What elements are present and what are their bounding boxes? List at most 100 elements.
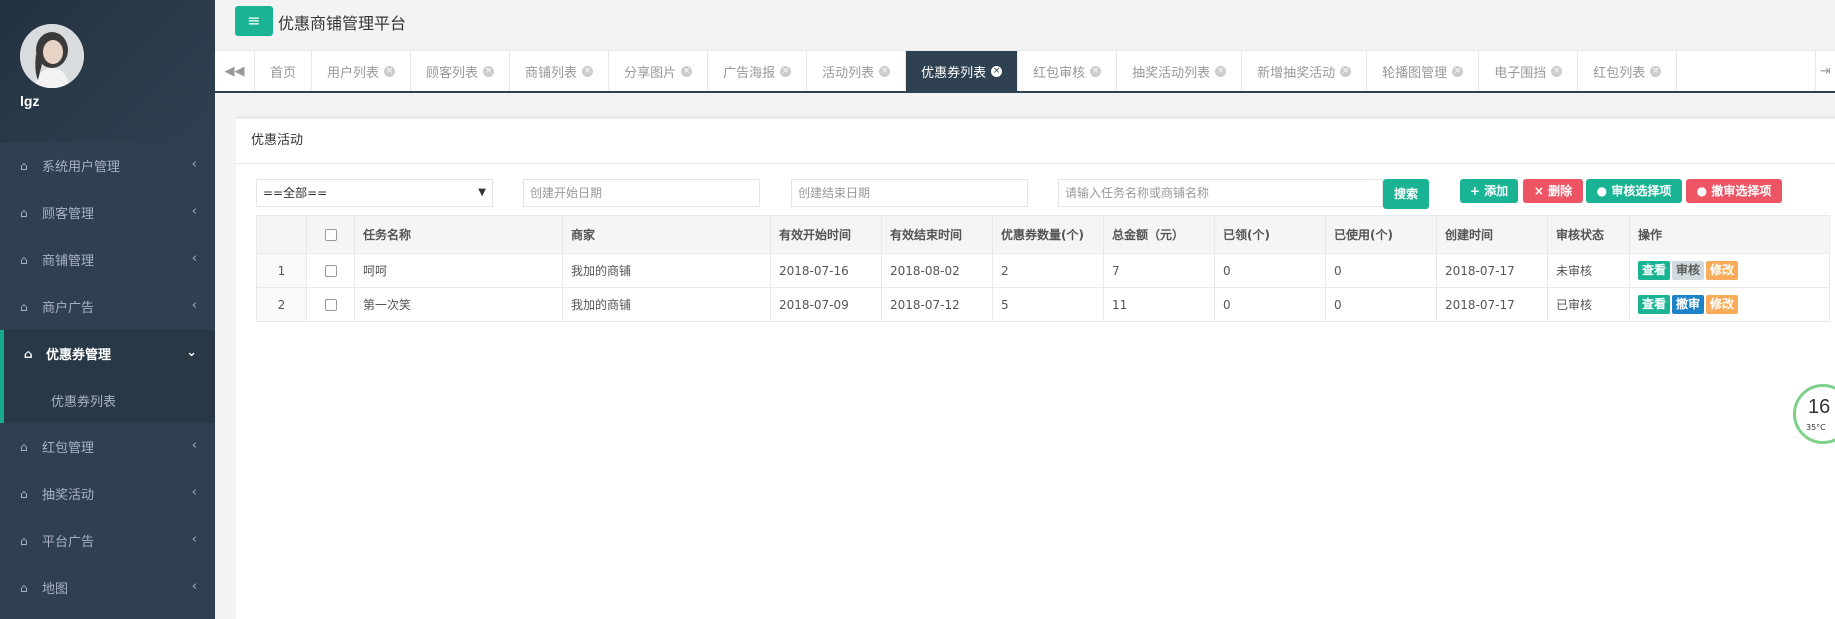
tab-label: 活动列表 — [822, 65, 875, 81]
column-header[interactable]: 总金额（元） — [1103, 215, 1215, 254]
chevron-down-icon: ⌄ — [186, 345, 197, 360]
select-all-checkbox[interactable] — [324, 229, 337, 241]
cell-start: 2018-07-09 — [770, 287, 882, 322]
close-icon[interactable]: × — [384, 65, 396, 77]
tab-activity-list[interactable]: 活动列表 × — [807, 51, 907, 91]
sidebar-item-platform-ads[interactable]: ⌂ 平台广告 ‹ — [0, 517, 215, 564]
sidebar-item-label: 平台广告 — [42, 535, 95, 550]
view-button[interactable]: 查看 — [1638, 295, 1671, 314]
close-icon[interactable]: × — [1340, 65, 1352, 77]
cell-actions: 查看 撤审 修改 — [1629, 287, 1830, 322]
search-input[interactable]: 请输入任务名称或商铺名称 — [1058, 179, 1383, 207]
delete-button[interactable]: × 删除 — [1523, 179, 1583, 203]
sidebar-item-system-users[interactable]: ⌂ 系统用户管理 ‹ — [0, 142, 215, 189]
sidebar-item-label: 抽奖活动 — [42, 488, 95, 503]
revoke-audit-button[interactable]: 撤审 — [1672, 295, 1705, 314]
cell-used: 0 — [1325, 253, 1437, 288]
tab-geofence[interactable]: 电子围挡 × — [1479, 51, 1579, 91]
username[interactable]: lgz — [20, 93, 39, 109]
close-icon[interactable]: × — [1215, 65, 1227, 77]
home-icon: ⌂ — [24, 346, 33, 361]
cell-end: 2018-07-12 — [881, 287, 993, 322]
avatar[interactable] — [20, 24, 84, 88]
end-date-placeholder: 创建结束日期 — [798, 186, 871, 200]
close-icon[interactable]: × — [1452, 65, 1464, 77]
tab-customer-list[interactable]: 顾客列表 × — [411, 51, 511, 91]
search-button[interactable]: 搜索 — [1383, 179, 1429, 209]
tab-new-lottery[interactable]: 新增抽奖活动 × — [1242, 51, 1368, 91]
chevron-left-icon: ‹ — [191, 579, 197, 594]
cell-shop: 我加的商铺 — [562, 287, 771, 322]
tab-shop-list[interactable]: 商铺列表 × — [510, 51, 610, 91]
content-panel: 优惠活动 ==全部== ▼ 创建开始日期 创建结束日期 请输入任务名称或商铺名称… — [236, 116, 1835, 619]
column-header[interactable]: 创建时间 — [1436, 215, 1548, 254]
close-icon[interactable]: × — [879, 65, 891, 77]
table-row[interactable]: 1 呵呵 我加的商铺 2018-07-16 2018-08-02 2 7 0 0… — [256, 253, 1830, 288]
close-icon[interactable]: × — [1650, 65, 1662, 77]
column-header[interactable]: 有效结束时间 — [881, 215, 993, 254]
edit-button[interactable]: 修改 — [1706, 261, 1739, 280]
sidebar-item-label: 顾客管理 — [42, 207, 95, 222]
menu-toggle-button[interactable]: ≡ — [235, 6, 273, 36]
tab-ad-posters[interactable]: 广告海报 × — [708, 51, 808, 91]
row-checkbox[interactable] — [324, 299, 337, 311]
approve-selected-button[interactable]: ● 审核选择项 — [1586, 179, 1682, 203]
tab-red-packet-audit[interactable]: 红包审核 × — [1018, 51, 1118, 91]
tab-exit-button[interactable]: ⇥ — [1815, 51, 1835, 91]
edit-button[interactable]: 修改 — [1706, 295, 1739, 314]
chevron-left-icon: ‹ — [191, 251, 197, 266]
column-header[interactable]: 优惠券数量(个) — [992, 215, 1104, 254]
sidebar-item-merchant-ads[interactable]: ⌂ 商户广告 ‹ — [0, 283, 215, 330]
tab-red-packet-list[interactable]: 红包列表 × — [1578, 51, 1678, 91]
status-select[interactable]: ==全部== ▼ — [256, 179, 493, 207]
close-icon[interactable]: × — [1551, 65, 1563, 77]
sidebar-item-map[interactable]: ⌂ 地图 ‹ — [0, 564, 215, 611]
sign-out-icon: ⇥ — [1820, 63, 1831, 79]
chevron-left-icon: ‹ — [191, 157, 197, 172]
sidebar-item-red-packets[interactable]: ⌂ 红包管理 ‹ — [0, 423, 215, 470]
column-header[interactable]: 商家 — [562, 215, 771, 254]
cell-shop: 我加的商铺 — [562, 253, 771, 288]
close-icon[interactable]: × — [991, 65, 1003, 77]
row-checkbox[interactable] — [324, 265, 337, 277]
column-header[interactable]: 有效开始时间 — [770, 215, 882, 254]
revoke-selected-button[interactable]: ● 撤审选择项 — [1686, 179, 1782, 203]
start-date-placeholder: 创建开始日期 — [530, 186, 603, 200]
row-checkbox-cell — [306, 253, 355, 288]
close-icon[interactable]: × — [582, 65, 594, 77]
sidebar-item-customers[interactable]: ⌂ 顾客管理 ‹ — [0, 189, 215, 236]
sidebar-subitem-coupon-list[interactable]: 优惠券列表 — [0, 377, 215, 423]
tab-label: 首页 — [270, 65, 297, 81]
tab-home[interactable]: 首页 — [255, 51, 313, 91]
end-date-input[interactable]: 创建结束日期 — [791, 179, 1028, 207]
add-button[interactable]: + 添加 — [1460, 179, 1518, 203]
column-header[interactable]: 任务名称 — [354, 215, 563, 254]
sidebar-item-shops[interactable]: ⌂ 商铺管理 ‹ — [0, 236, 215, 283]
close-icon[interactable]: × — [780, 65, 792, 77]
sidebar-subitem-label: 优惠券列表 — [51, 394, 117, 410]
close-icon[interactable]: × — [483, 65, 495, 77]
close-icon[interactable]: × — [1090, 65, 1102, 77]
table-row[interactable]: 2 第一次笑 我加的商铺 2018-07-09 2018-07-12 5 11 … — [256, 287, 1830, 322]
tab-user-list[interactable]: 用户列表 × — [312, 51, 412, 91]
tab-lottery-list[interactable]: 抽奖活动列表 × — [1117, 51, 1243, 91]
tab-coupon-list[interactable]: 优惠券列表 × — [906, 51, 1019, 91]
column-header[interactable]: 已使用(个) — [1325, 215, 1437, 254]
tab-scroll-left-button[interactable]: ◀◀ — [215, 51, 255, 91]
tab-label: 电子围挡 — [1494, 65, 1547, 81]
close-icon[interactable]: × — [681, 65, 693, 77]
chevron-left-icon: ‹ — [191, 438, 197, 453]
tab-share-images[interactable]: 分享图片 × — [609, 51, 709, 91]
view-button[interactable]: 查看 — [1638, 261, 1671, 280]
audit-button[interactable]: 审核 — [1672, 261, 1705, 280]
sidebar-item-coupons[interactable]: ⌂ 优惠券管理 ⌄ — [0, 330, 215, 377]
column-header[interactable]: 审核状态 — [1547, 215, 1630, 254]
column-header[interactable]: 已领(个) — [1214, 215, 1326, 254]
start-date-input[interactable]: 创建开始日期 — [523, 179, 760, 207]
revoke-label: 撤审选择项 — [1711, 184, 1772, 198]
tab-carousel[interactable]: 轮播图管理 × — [1367, 51, 1480, 91]
sidebar-item-lottery[interactable]: ⌂ 抽奖活动 ‹ — [0, 470, 215, 517]
chevron-left-icon: ‹ — [191, 532, 197, 547]
cell-amount: 11 — [1103, 287, 1215, 322]
row-checkbox-cell — [306, 287, 355, 322]
